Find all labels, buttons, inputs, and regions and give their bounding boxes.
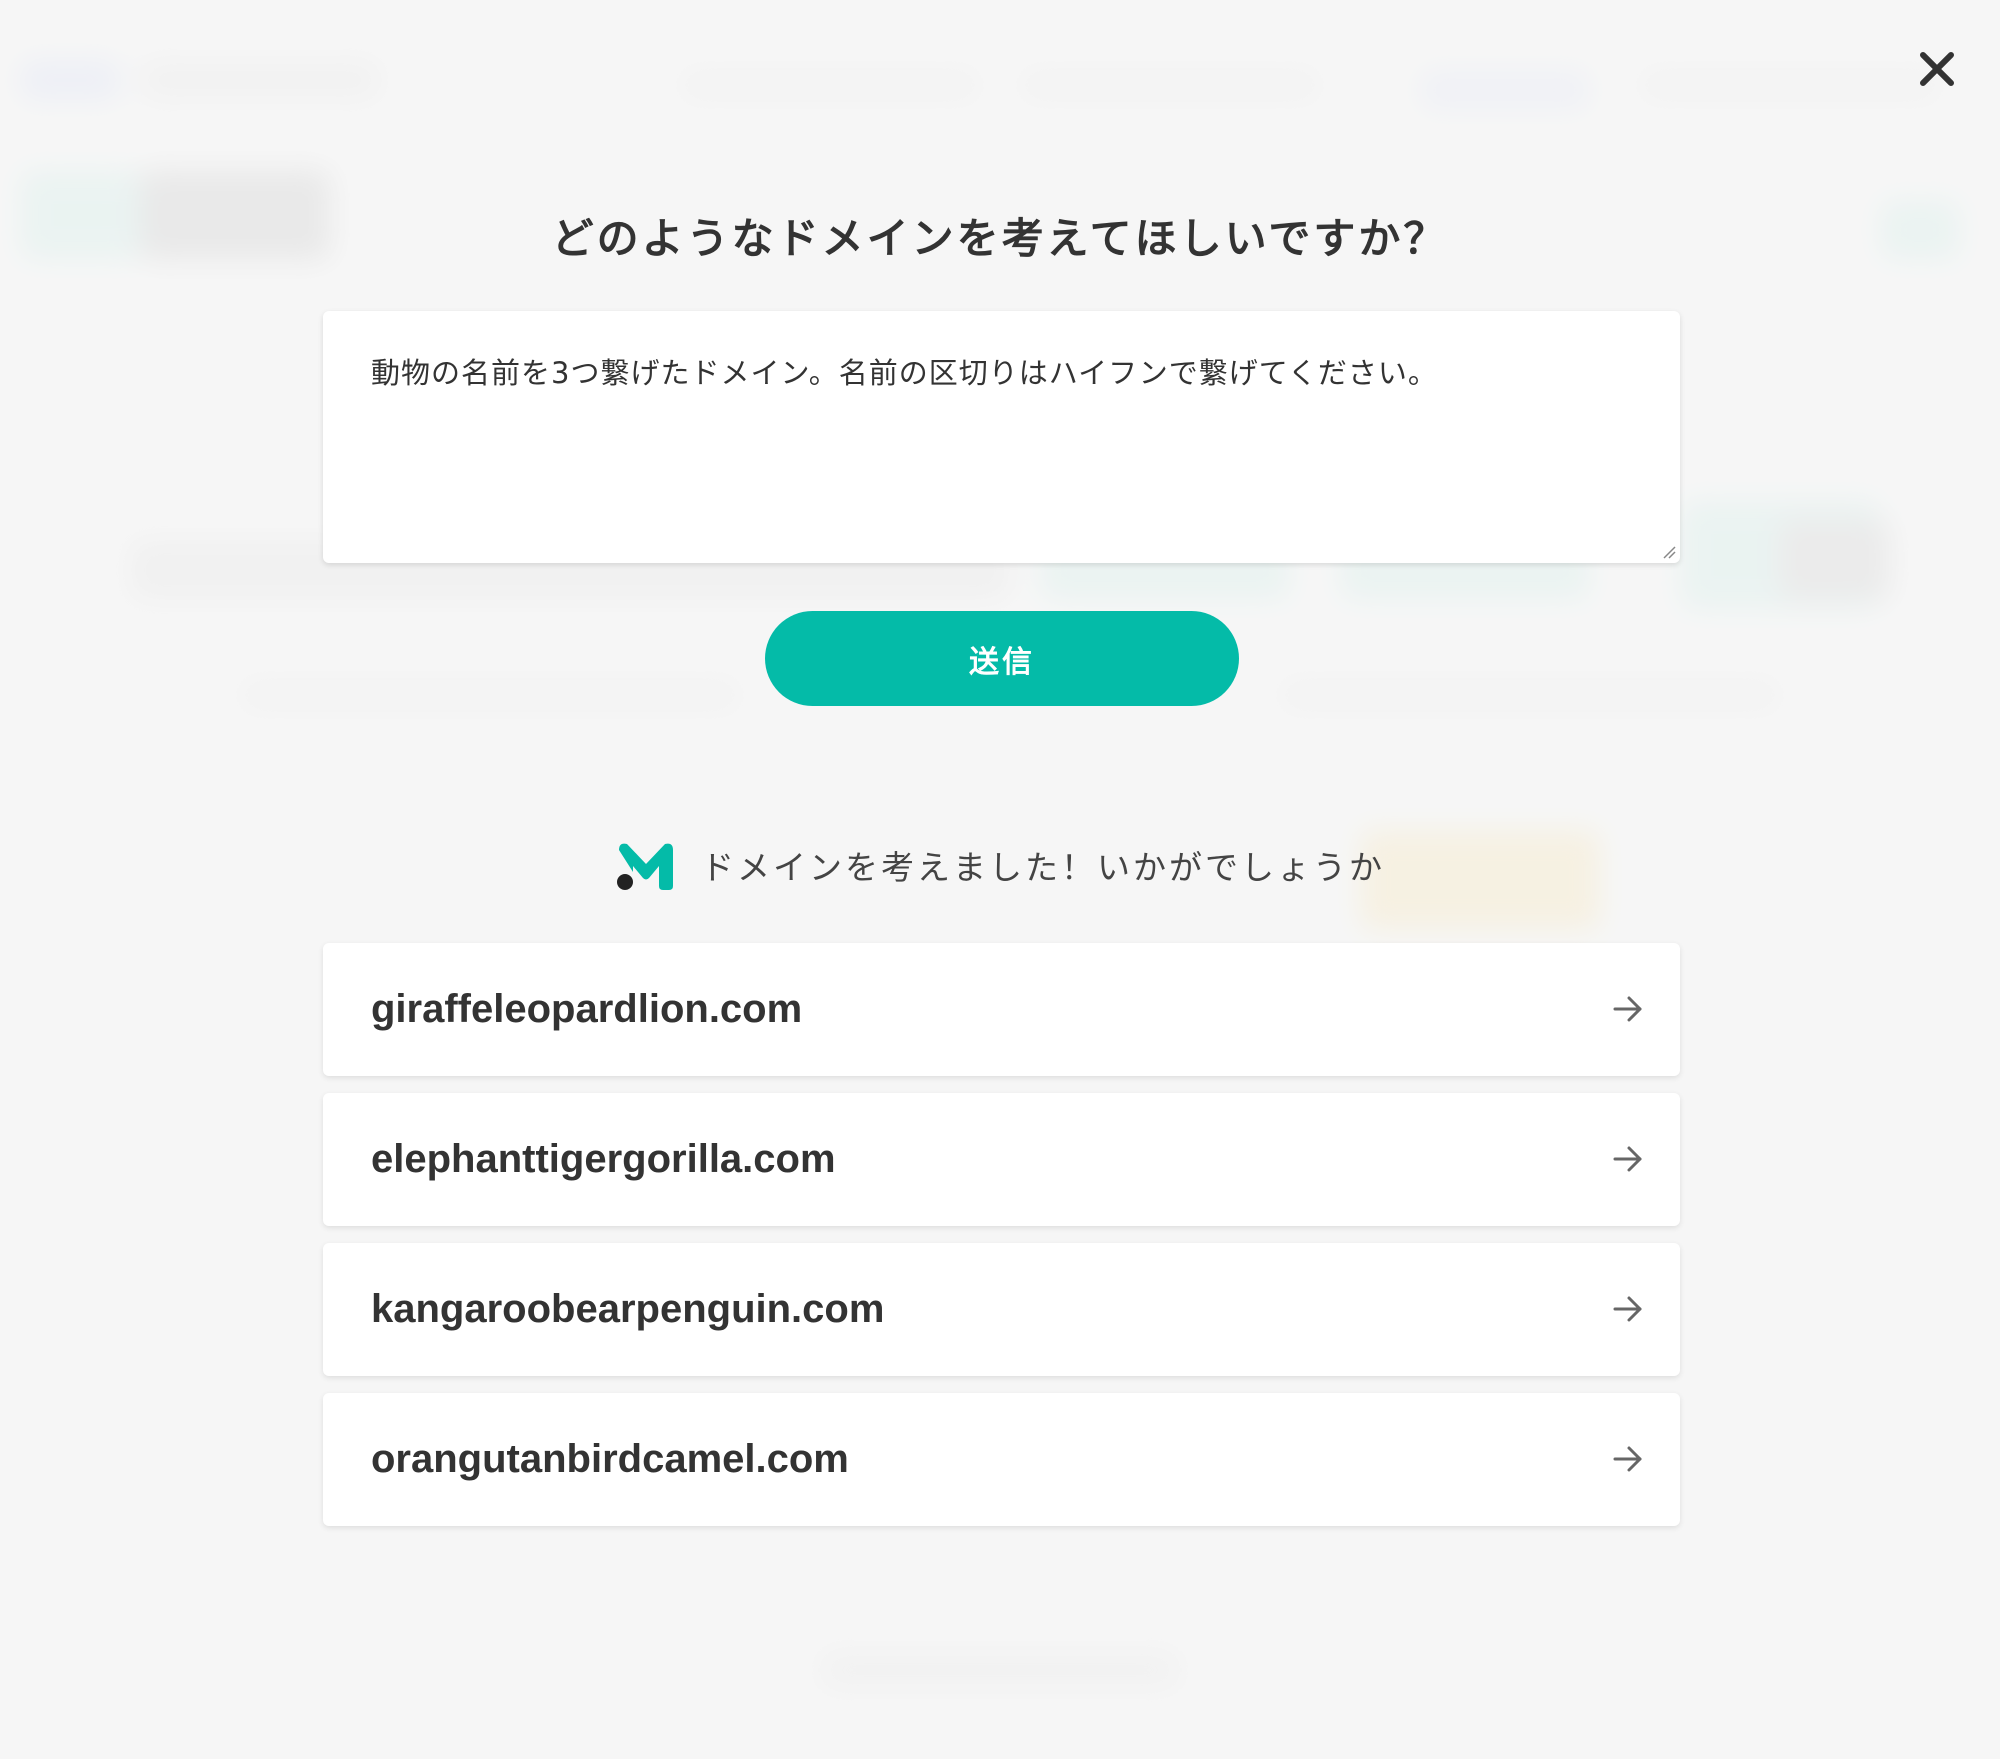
- close-button[interactable]: [1912, 44, 1962, 94]
- result-item[interactable]: giraffeleopardlion.com: [323, 943, 1680, 1076]
- result-item[interactable]: kangaroobearpenguin.com: [323, 1243, 1680, 1376]
- result-item[interactable]: orangutanbirdcamel.com: [323, 1393, 1680, 1526]
- result-domain: giraffeleopardlion.com: [371, 987, 803, 1031]
- m-logo-icon: [617, 843, 673, 890]
- result-message: ドメインを考えました！いかがでしょうか: [701, 848, 1385, 887]
- arrow-right-icon: [1613, 1146, 1642, 1172]
- prompt-textarea[interactable]: 動物の名前を3つ繋げたドメイン。名前の区切りはハイフンで繋げてください。: [323, 311, 1680, 563]
- result-domain: orangutanbirdcamel.com: [371, 1437, 849, 1481]
- result-item[interactable]: elephanttigergorilla.com: [323, 1093, 1680, 1226]
- arrow-right-icon: [1613, 1296, 1642, 1322]
- result-header: ドメインを考えました！いかがでしょうか: [0, 838, 2000, 892]
- resize-grip-icon[interactable]: [1662, 545, 1676, 559]
- result-domain: elephanttigergorilla.com: [371, 1137, 836, 1181]
- close-icon: [1920, 52, 1954, 86]
- prompt-text-value: 動物の名前を3つ繋げたドメイン。名前の区切りはハイフンで繋げてください。: [371, 356, 1438, 390]
- result-domain: kangaroobearpenguin.com: [371, 1287, 885, 1331]
- arrow-right-icon: [1613, 996, 1642, 1022]
- result-list: giraffeleopardlion.com elephanttigergori…: [323, 943, 1680, 1543]
- submit-button[interactable]: 送信: [765, 611, 1239, 706]
- modal-title: どのようなドメインを考えてほしいですか？: [551, 214, 1449, 263]
- arrow-right-icon: [1613, 1446, 1642, 1472]
- page: どのようなドメインを考えてほしいですか？ 動物の名前を3つ繋げたドメイン。名前の…: [0, 0, 2000, 1759]
